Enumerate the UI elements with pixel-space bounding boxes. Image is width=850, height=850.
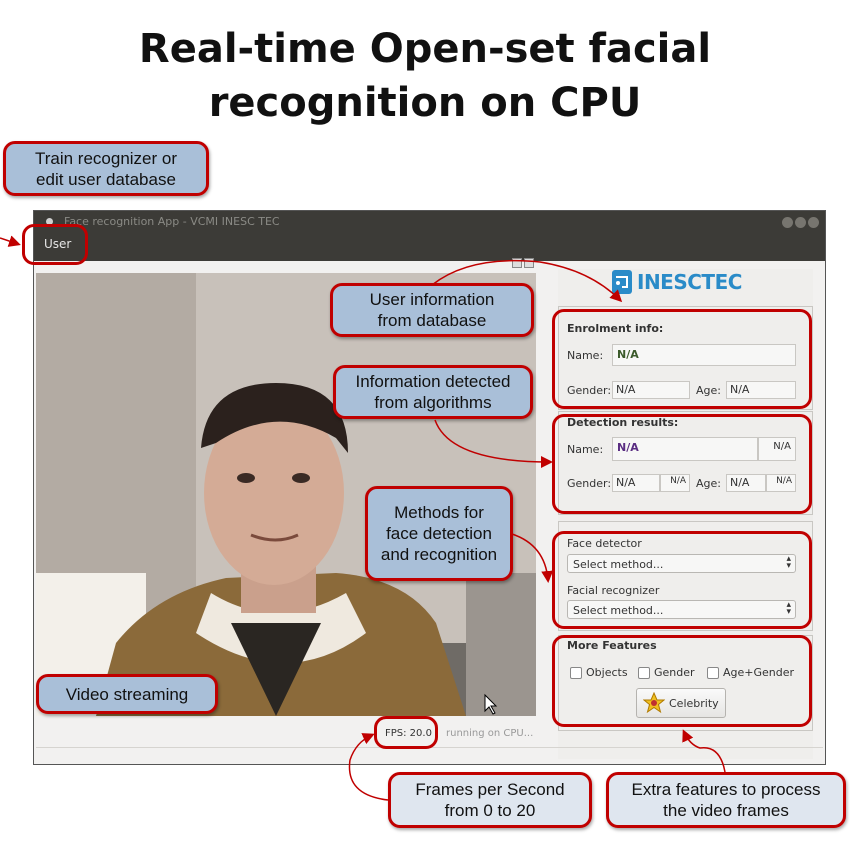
callout-extra: Extra features to process the video frame… [606,772,846,828]
window-titlebar: Face recognition App - VCMI INESC TEC [34,211,825,233]
highlight-detection [552,414,812,514]
dock-close-icon[interactable] [524,258,534,268]
maximize-icon[interactable] [795,217,806,228]
page-title: Real-time Open-set facial recognition on… [0,22,850,130]
logo-text: INESCTEC [637,270,742,294]
callout-video: Video streaming [36,674,218,714]
undock-icon[interactable] [512,258,522,268]
close-icon[interactable] [808,217,819,228]
callout-methods: Methods for face detection and recognition [365,486,513,581]
callout-detected: Information detected from algorithms [333,365,533,419]
callout-user-info: User information from database [330,283,534,337]
highlight-features [552,635,812,727]
highlight-enrolment [552,309,812,409]
arrow-train [0,235,21,247]
highlight-methods [552,531,812,629]
inesctec-logo-icon [612,270,632,294]
title-line-2: recognition on CPU [208,80,642,126]
minimize-icon[interactable] [782,217,793,228]
highlight-fps [374,716,438,749]
callout-fps: Frames per Second from 0 to 20 [388,772,592,828]
callout-train: Train recognizer or edit user database [3,141,209,196]
highlight-user-menu [22,224,88,265]
title-line-1: Real-time Open-set facial [138,26,712,72]
inesctec-logo: INESCTEC [611,269,761,297]
running-status: running on CPU... [446,728,534,739]
menubar: User [34,233,825,261]
window-title: Face recognition App - VCMI INESC TEC [64,215,280,228]
